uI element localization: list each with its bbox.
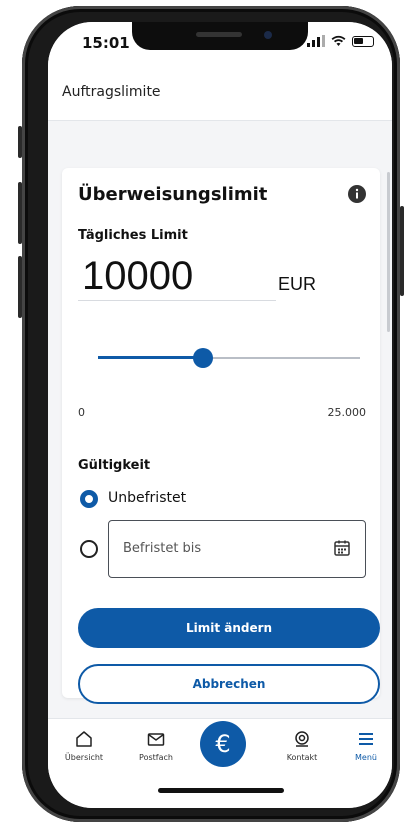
limit-slider[interactable] — [98, 346, 360, 370]
date-placeholder: Befristet bis — [123, 541, 202, 556]
app-screen: 15:01 Auftragslimite Überweisungslimit T… — [48, 22, 392, 808]
bottom-navigation: Übersicht Postfach € Kontakt Menü — [48, 718, 392, 808]
slider-fill — [98, 356, 203, 359]
front-camera — [264, 31, 272, 39]
volume-down-button — [18, 256, 22, 318]
headset-icon — [295, 731, 309, 747]
card-title: Überweisungslimit — [78, 184, 268, 205]
mail-icon — [147, 733, 165, 746]
radio-unlimited-label[interactable]: Unbefristet — [108, 490, 186, 506]
transfer-limit-card: Überweisungslimit Tägliches Limit 10000 … — [62, 168, 380, 704]
nav-item-contact[interactable]: Kontakt — [274, 729, 330, 762]
daily-limit-label: Tägliches Limit — [78, 228, 188, 243]
slider-max-label: 25.000 — [327, 406, 367, 419]
home-indicator — [158, 788, 284, 793]
amount-input[interactable]: 10000 — [78, 252, 276, 301]
wifi-icon — [331, 35, 346, 46]
signal-icon — [307, 35, 325, 47]
status-bar: 15:01 — [48, 22, 392, 68]
scrollbar[interactable] — [387, 172, 390, 332]
slider-thumb[interactable] — [192, 348, 213, 368]
nav-label-menu: Menü — [355, 753, 377, 762]
info-icon[interactable] — [348, 185, 366, 203]
nav-item-menu[interactable]: Menü — [338, 729, 392, 762]
nav-label-overview: Übersicht — [64, 753, 104, 762]
currency-label: EUR — [278, 274, 317, 294]
power-button — [400, 206, 404, 296]
nav-label-inbox: Postfach — [139, 753, 173, 762]
page-title: Auftragslimite — [62, 84, 161, 100]
battery-icon — [352, 35, 374, 47]
slider-min-label: 0 — [78, 406, 85, 419]
volume-up-button — [18, 182, 22, 244]
nav-label-contact: Kontakt — [286, 753, 318, 762]
calendar-icon[interactable] — [333, 539, 351, 557]
status-time: 15:01 — [82, 34, 130, 52]
app-bar: Auftragslimite — [48, 68, 392, 121]
notch — [132, 22, 308, 50]
radio-unlimited[interactable] — [80, 490, 98, 508]
speaker — [196, 32, 242, 37]
change-limit-button[interactable]: Limit ändern — [78, 608, 380, 648]
nav-item-overview[interactable]: Übersicht — [56, 729, 112, 762]
radio-limited[interactable] — [80, 540, 98, 558]
mute-switch — [18, 126, 22, 158]
expiry-date-field[interactable]: Befristet bis — [108, 520, 366, 578]
system-icons — [307, 35, 374, 47]
home-icon — [76, 731, 92, 747]
nav-item-inbox[interactable]: Postfach — [128, 729, 184, 762]
validity-label: Gültigkeit — [78, 458, 151, 473]
amount-value: 10000 — [82, 254, 194, 298]
cancel-button[interactable]: Abbrechen — [78, 664, 380, 704]
menu-icon — [359, 733, 373, 745]
euro-icon[interactable]: € — [200, 721, 246, 767]
